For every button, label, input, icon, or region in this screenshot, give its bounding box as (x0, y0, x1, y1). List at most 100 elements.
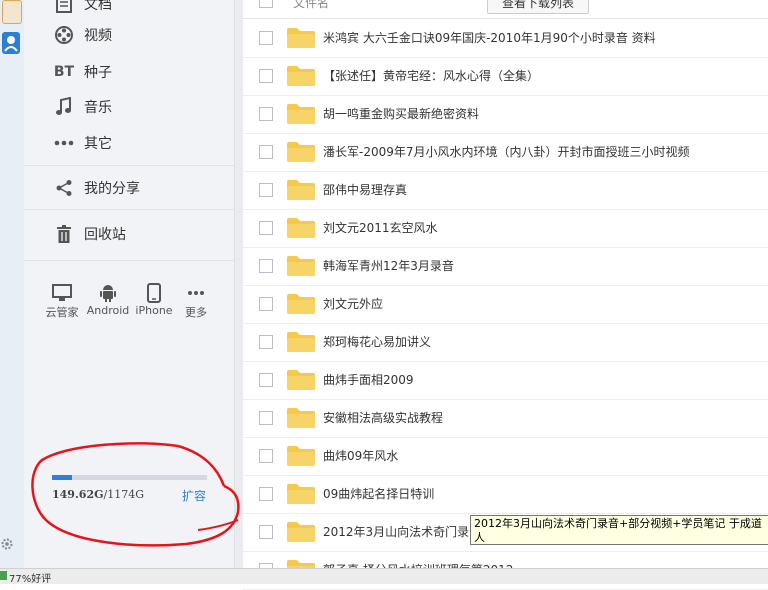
file-row[interactable]: 刘文元外应 (243, 285, 768, 324)
row-checkbox[interactable] (259, 259, 273, 273)
file-list-header: 文件名 查看下载列表 (243, 0, 768, 19)
folder-icon (287, 294, 315, 314)
trash-icon (54, 224, 74, 244)
file-row[interactable]: 【张述任】黄帝宅经：风水心得（全集） (243, 57, 768, 96)
sidebar-item-torrents[interactable]: BT 种子 (54, 59, 112, 85)
android-icon (84, 282, 132, 304)
app-icon-blue[interactable] (2, 32, 20, 54)
file-name[interactable]: 刘文元外应 (323, 295, 383, 312)
sidebar-item-documents[interactable]: 文档 (54, 0, 112, 17)
bt-icon: BT (53, 64, 75, 80)
file-name[interactable]: 邵伟中易理存真 (323, 181, 407, 198)
share-icon (54, 178, 74, 198)
file-row[interactable]: 邵伟中易理存真 (243, 171, 768, 210)
rating-icon (0, 571, 7, 580)
file-name[interactable]: 潘长军-2009年7月小风水内环境（内八卦）开封市面授班三小时视频 (323, 143, 690, 160)
file-row[interactable]: 安徽相法高级实战教程 (243, 399, 768, 438)
file-name[interactable]: 2012年3月山向法术奇门录音 (323, 523, 481, 540)
app-icon-top[interactable] (2, 0, 22, 24)
folder-icon (287, 142, 315, 162)
sidebar-item-label: 种子 (84, 65, 112, 81)
file-row[interactable]: 刘文元2011玄空风水 (243, 209, 768, 248)
view-download-list-button[interactable]: 查看下载列表 (487, 0, 589, 14)
sidebar-item-label: 视频 (84, 28, 112, 44)
sidebar-item-my-shares[interactable]: 我的分享 (54, 175, 140, 201)
sidebar-item-music[interactable]: 音乐 (54, 94, 112, 120)
sidebar-item-label: 文档 (84, 0, 112, 13)
status-bar: 77%好评 (0, 568, 768, 585)
folder-icon (287, 256, 315, 276)
file-name[interactable]: 韩海军青州12年3月录音 (323, 257, 454, 274)
folder-icon (287, 522, 315, 542)
sidebar-item-label: 音乐 (84, 100, 112, 116)
file-row[interactable]: 潘长军-2009年7月小风水内环境（内八卦）开封市面授班三小时视频 (243, 133, 768, 172)
platform-label: 云管家 (45, 306, 79, 319)
settings-gear-icon[interactable] (0, 536, 14, 550)
sidebar-divider (24, 209, 234, 210)
file-row[interactable]: 09曲炜起名择日特训 (243, 475, 768, 514)
file-row[interactable]: 米鸿宾 大六壬金口诀09年国庆-2010年1月90个小时录音 资料 (243, 19, 768, 58)
file-row[interactable]: 郑珂梅花心易加讲义 (243, 323, 768, 362)
desktop-icon (38, 282, 86, 304)
file-row[interactable]: 曲炜手面相2009 (243, 361, 768, 400)
filename-tooltip: 2012年3月山向法术奇门录音+部分视频+学员笔记 于成道人 (470, 515, 768, 545)
document-icon (54, 0, 74, 14)
file-name[interactable]: 刘文元2011玄空风水 (323, 219, 438, 236)
row-checkbox[interactable] (259, 107, 273, 121)
sidebar-item-label: 回收站 (84, 227, 126, 243)
music-note-icon (54, 97, 74, 117)
film-reel-icon (54, 25, 74, 45)
file-name[interactable]: 曲炜09年风水 (323, 447, 398, 464)
folder-icon (287, 218, 315, 238)
sidebar-item-recycle-bin[interactable]: 回收站 (54, 221, 126, 247)
file-name[interactable]: 安徽相法高级实战教程 (323, 409, 443, 426)
sidebar-divider (24, 260, 234, 261)
file-name[interactable]: 09曲炜起名择日特训 (323, 485, 434, 502)
select-all-checkbox[interactable] (259, 0, 273, 8)
more-dots-icon (54, 133, 74, 153)
row-checkbox[interactable] (259, 221, 273, 235)
row-checkbox[interactable] (259, 373, 273, 387)
folder-icon (287, 332, 315, 352)
sidebar-item-other[interactable]: 其它 (54, 130, 112, 156)
folder-icon (287, 370, 315, 390)
row-checkbox[interactable] (259, 145, 273, 159)
row-checkbox[interactable] (259, 449, 273, 463)
platform-android[interactable]: Android (84, 282, 132, 317)
file-name[interactable]: 曲炜手面相2009 (323, 371, 414, 388)
folder-icon (287, 446, 315, 466)
platform-label: 更多 (185, 306, 207, 319)
file-row[interactable]: 胡一鸣重金购买最新绝密资料 (243, 95, 768, 134)
file-name[interactable]: 【张述任】黄帝宅经：风水心得（全集） (323, 67, 539, 84)
people-icon (4, 36, 18, 52)
file-name[interactable]: 郑珂梅花心易加讲义 (323, 333, 431, 350)
row-checkbox[interactable] (259, 183, 273, 197)
folder-icon (287, 180, 315, 200)
sidebar-item-video[interactable]: 视频 (54, 22, 112, 48)
row-checkbox[interactable] (259, 335, 273, 349)
row-checkbox[interactable] (259, 31, 273, 45)
column-header-filename[interactable]: 文件名 (293, 0, 329, 11)
platform-more[interactable]: 更多 (172, 282, 220, 320)
sidebar-item-label: 我的分享 (84, 181, 140, 197)
sidebar-item-label: 其它 (84, 136, 112, 152)
folder-icon (287, 484, 315, 504)
platform-iphone[interactable]: iPhone (130, 282, 178, 317)
file-row[interactable]: 韩海军青州12年3月录音 (243, 247, 768, 286)
file-row[interactable]: 曲炜09年风水 (243, 437, 768, 476)
row-checkbox[interactable] (259, 525, 273, 539)
folder-icon (287, 66, 315, 86)
file-name[interactable]: 胡一鸣重金购买最新绝密资料 (323, 105, 479, 122)
folder-icon (287, 104, 315, 124)
folder-icon (287, 28, 315, 48)
file-list-panel: 文件名 查看下载列表 米鸿宾 大六壬金口诀09年国庆-2010年1月90个小时录… (243, 0, 768, 590)
file-name[interactable]: 米鸿宾 大六壬金口诀09年国庆-2010年1月90个小时录音 资料 (323, 29, 656, 46)
app-launcher-strip (0, 0, 25, 568)
row-checkbox[interactable] (259, 297, 273, 311)
row-checkbox[interactable] (259, 411, 273, 425)
platform-desktop[interactable]: 云管家 (38, 282, 86, 320)
more-dots-icon (172, 282, 220, 304)
row-checkbox[interactable] (259, 487, 273, 501)
folder-icon (287, 408, 315, 428)
row-checkbox[interactable] (259, 69, 273, 83)
